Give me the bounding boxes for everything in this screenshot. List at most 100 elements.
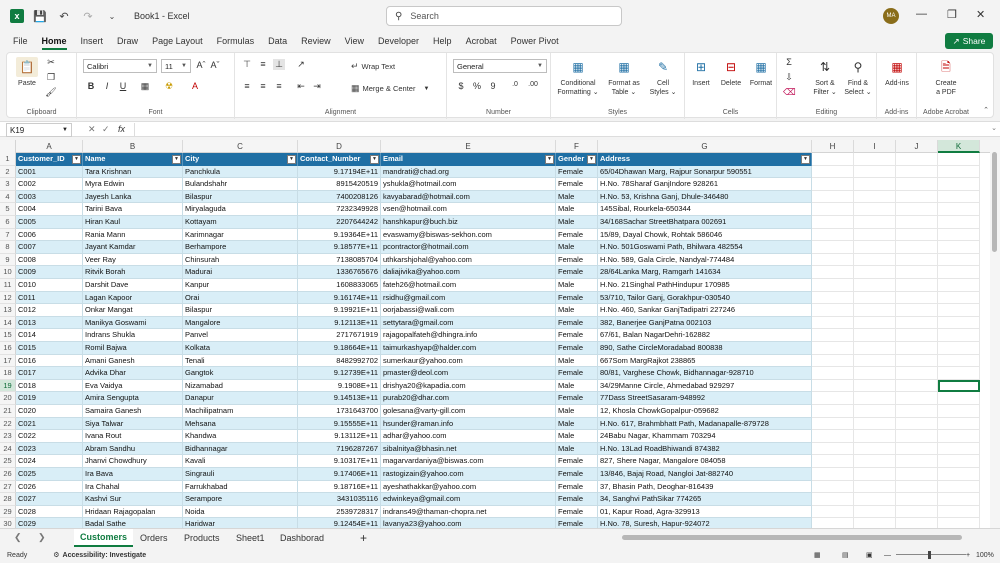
table-cell[interactable]: yshukla@hotmail.com [381,178,556,191]
table-cell[interactable]: C013 [16,316,83,330]
find-select-button[interactable]: ⚲ Find & Select ⌄ [843,57,873,97]
row-header[interactable]: 20 [0,392,16,405]
accessibility-status[interactable]: Accessibility: Investigate [63,552,147,559]
empty-cell[interactable] [896,354,938,368]
format-painter-icon[interactable]: 🖌 [45,87,57,98]
table-cell[interactable]: Chinsurah [183,253,298,267]
cut-icon[interactable]: ✂ [45,57,57,68]
prev-sheet-icon[interactable]: ❮ [14,532,22,543]
table-cell[interactable]: drishya20@kapadia.com [381,379,556,393]
empty-cell[interactable] [854,178,896,191]
empty-cell[interactable] [896,304,938,317]
paste-button[interactable]: 📋 Paste [13,57,41,88]
empty-cell[interactable] [812,291,854,305]
empty-cell[interactable] [854,417,896,431]
empty-cell[interactable] [938,354,980,368]
table-cell[interactable]: Bidhannagar [183,442,298,456]
filter-dropdown-icon[interactable]: ▼ [72,155,81,164]
empty-cell[interactable] [854,518,896,528]
empty-cell[interactable] [938,417,980,431]
column-header-k[interactable]: K [938,140,980,153]
restore-icon[interactable]: ❐ [947,8,957,21]
empty-cell[interactable] [854,329,896,342]
format-cells-button[interactable]: ▦ Format [747,57,775,88]
empty-cell[interactable] [938,518,980,528]
table-cell[interactable]: Jayesh Lanka [83,190,183,204]
table-cell[interactable]: Siya Talwar [83,417,183,431]
table-cell[interactable]: 7138085704 [298,253,381,267]
table-cell[interactable]: C014 [16,329,83,342]
zoom-in-icon[interactable]: + [966,552,970,559]
table-cell[interactable]: sibalnitya@bhasin.net [381,442,556,456]
table-cell[interactable]: 382, Banerjee GanjPatna 002103 [598,316,812,330]
empty-cell[interactable] [896,417,938,431]
empty-cell[interactable] [938,253,980,267]
table-cell[interactable]: Male [556,379,598,393]
table-cell[interactable]: H.No. 78Sharaf GanjIndore 928261 [598,178,812,191]
row-header[interactable]: 27 [0,480,16,494]
table-cell[interactable]: edwinkeya@gmail.com [381,493,556,506]
name-box[interactable]: K19 ▼ [6,123,72,137]
empty-cell[interactable] [854,304,896,317]
table-cell[interactable]: C024 [16,455,83,468]
table-cell[interactable]: Female [556,178,598,191]
filter-dropdown-icon[interactable]: ▼ [172,155,181,164]
table-cell[interactable]: 7232349928 [298,203,381,216]
normal-view-icon[interactable]: ▦ [814,551,821,559]
table-cell[interactable]: C027 [16,493,83,506]
empty-cell[interactable] [812,379,854,393]
table-cell[interactable]: oorjabassi@wali.com [381,304,556,317]
table-cell[interactable]: Samaira Ganesh [83,405,183,418]
row-header[interactable]: 15 [0,329,16,342]
table-cell[interactable]: vsen@hotmail.com [381,203,556,216]
italic-icon[interactable]: I [101,81,113,91]
page-break-icon[interactable]: ▣ [866,551,873,559]
table-cell[interactable]: 667Som MargRajkot 238865 [598,354,812,368]
filter-dropdown-icon[interactable]: ▼ [801,155,810,164]
column-header-a[interactable]: A [16,140,83,153]
row-header[interactable]: 12 [0,291,16,305]
empty-cell[interactable] [896,291,938,305]
table-cell[interactable]: 9.12113E+11 [298,316,381,330]
table-cell[interactable]: rsidhu@gmail.com [381,291,556,305]
align-left-icon[interactable]: ≡ [241,81,253,91]
tab-help[interactable]: Help [426,32,459,50]
increase-indent-icon[interactable]: ⇥ [311,81,323,92]
sheet-tab-orders[interactable]: Orders [134,529,174,547]
table-cell[interactable]: 9.18577E+11 [298,241,381,254]
table-cell[interactable]: Darshit Dave [83,279,183,292]
table-cell[interactable]: pcontractor@hotmail.com [381,241,556,254]
table-cell[interactable]: Madurai [183,266,298,279]
table-cell[interactable]: Abram Sandhu [83,442,183,456]
table-cell[interactable]: 34/29Manne Circle, Ahmedabad 929297 [598,379,812,393]
table-cell[interactable]: H.No. 617, Brahmbhatt Path, Madanapalle-… [598,417,812,431]
table-cell[interactable]: ayeshathakkar@yahoo.com [381,480,556,494]
table-cell[interactable]: C010 [16,279,83,292]
table-cell[interactable]: Khandwa [183,430,298,443]
table-cell[interactable]: C011 [16,291,83,305]
empty-cell[interactable] [896,279,938,292]
row-header[interactable]: 23 [0,430,16,443]
orientation-icon[interactable]: ↗ [295,59,307,70]
underline-icon[interactable]: U [117,81,129,91]
empty-cell[interactable] [812,178,854,191]
tab-power-pivot[interactable]: Power Pivot [504,32,566,50]
customize-toolbar-icon[interactable]: ⌄ [104,8,120,24]
tab-draw[interactable]: Draw [110,32,145,50]
table-cell[interactable]: Lagan Kapoor [83,291,183,305]
empty-cell[interactable] [854,291,896,305]
table-cell[interactable]: 37, Bhasin Path, Deoghar-816439 [598,480,812,494]
table-cell[interactable]: 9.12454E+11 [298,518,381,528]
table-cell[interactable]: Kolkata [183,342,298,355]
empty-cell[interactable] [854,190,896,204]
table-cell[interactable]: Machilipatnam [183,405,298,418]
align-bottom-icon[interactable]: ⊥ [273,59,285,70]
select-all-corner[interactable] [0,140,16,153]
table-cell[interactable]: C017 [16,367,83,380]
table-cell[interactable]: Panvel [183,329,298,342]
table-cell[interactable]: 9.10317E+11 [298,455,381,468]
table-cell[interactable]: H.No. 53, Krishna Ganj, Dhule-346480 [598,190,812,204]
empty-cell[interactable] [854,342,896,355]
tab-view[interactable]: View [338,32,371,50]
table-cell[interactable]: Panchkula [183,165,298,179]
